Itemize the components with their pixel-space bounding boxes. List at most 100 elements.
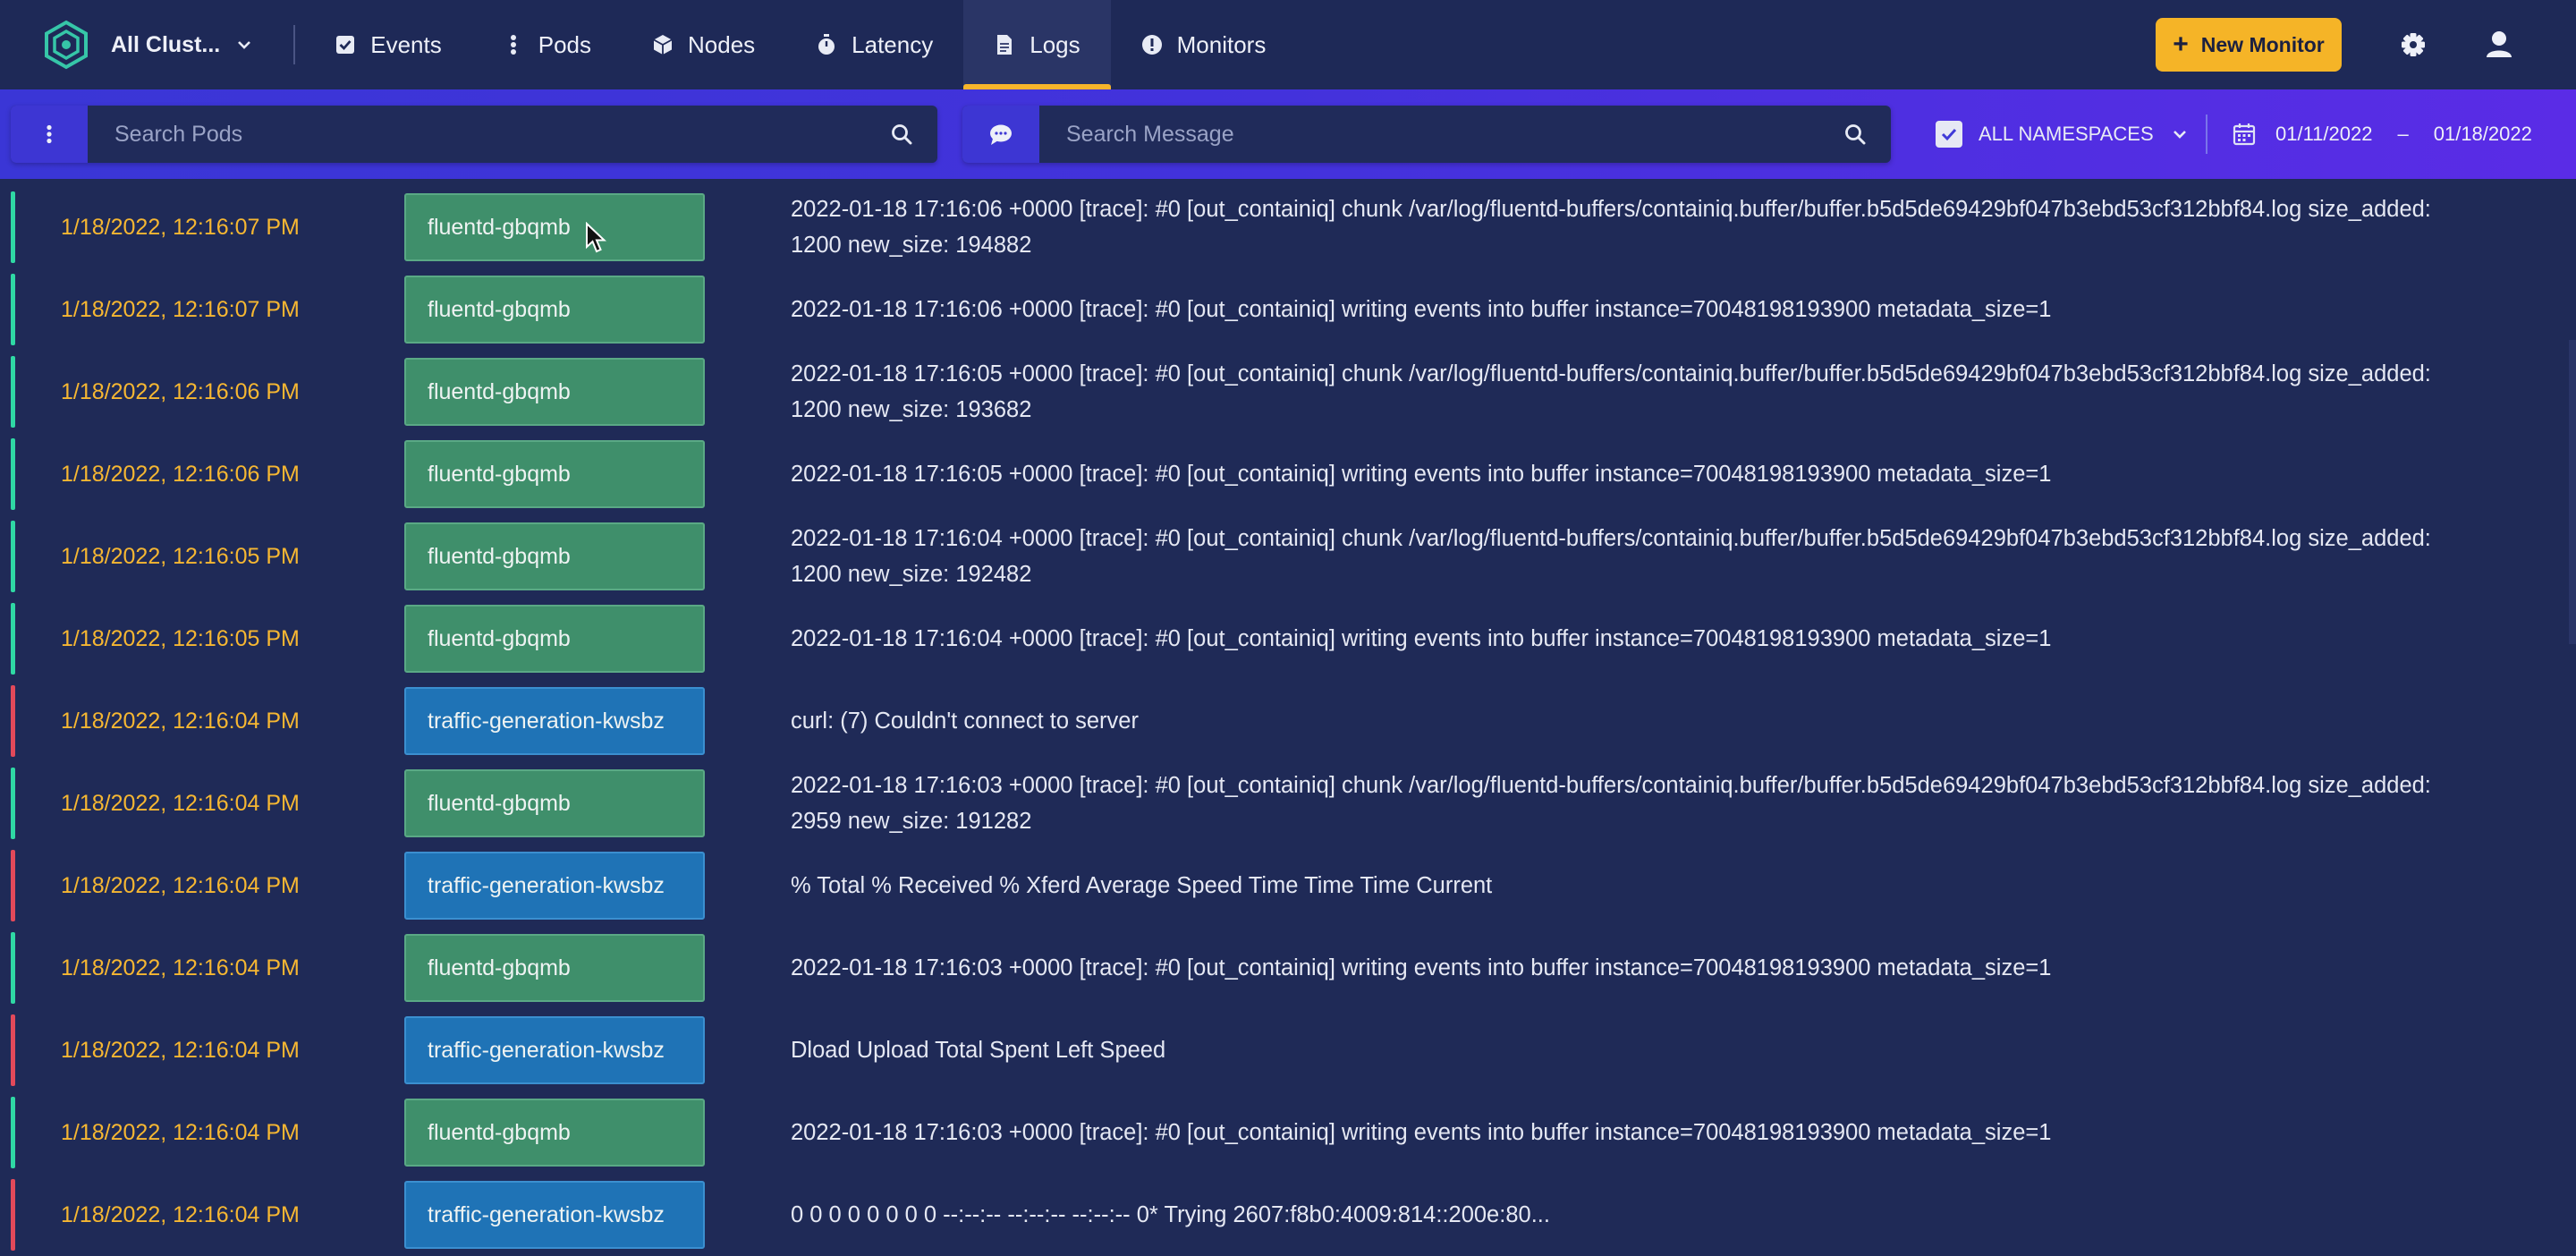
- pod-badge[interactable]: fluentd-gbqmb: [404, 193, 705, 261]
- new-monitor-label: New Monitor: [2200, 32, 2325, 56]
- log-row[interactable]: 1/18/2022, 12:16:06 PM fluentd-gbqmb 2022-…: [9, 433, 2567, 515]
- stopwatch-icon: [816, 34, 837, 55]
- log-level-bar: [11, 438, 15, 510]
- log-row[interactable]: 1/18/2022, 12:16:04 PM traffic-generation…: [9, 680, 2567, 762]
- nav-item-nodes[interactable]: Nodes: [622, 0, 785, 89]
- log-message: 2022-01-18 17:16:06 +0000 [trace]: #0 [o…: [791, 268, 2535, 351]
- log-row[interactable]: 1/18/2022, 12:16:04 PM traffic-generation…: [9, 844, 2567, 927]
- log-timestamp: 1/18/2022, 12:16:06 PM: [61, 461, 300, 487]
- log-list[interactable]: 1/18/2022, 12:16:07 PM fluentd-gbqmb 2022-…: [0, 179, 2576, 1256]
- log-level-bar: [11, 521, 15, 592]
- log-timestamp: 1/18/2022, 12:16:04 PM: [61, 872, 300, 898]
- log-row[interactable]: 1/18/2022, 12:16:04 PM fluentd-gbqmb 2022-…: [9, 927, 2567, 1009]
- new-monitor-button[interactable]: + New Monitor: [2156, 18, 2342, 72]
- log-message-line: 2022-01-18 17:16:03 +0000 [trace]: #0 [o…: [791, 955, 2052, 980]
- pod-badge[interactable]: fluentd-gbqmb: [404, 934, 705, 1002]
- pod-badge[interactable]: fluentd-gbqmb: [404, 522, 705, 590]
- nav-item-latency[interactable]: Latency: [785, 0, 963, 89]
- nav-item-label: Latency: [852, 30, 934, 58]
- log-row[interactable]: 1/18/2022, 12:16:04 PM traffic-generation…: [9, 1174, 2567, 1256]
- pod-badge[interactable]: traffic-generation-kwsbz: [404, 687, 705, 755]
- log-level-bar: [11, 768, 15, 839]
- pod-search-button[interactable]: [866, 106, 937, 163]
- message-filter-button[interactable]: [962, 106, 1039, 163]
- chat-bubble-icon: [990, 124, 1012, 145]
- filter-divider: [2206, 115, 2207, 154]
- log-row[interactable]: 1/18/2022, 12:16:06 PM fluentd-gbqmb 2022-…: [9, 351, 2567, 433]
- log-timestamp: 1/18/2022, 12:16:05 PM: [61, 543, 300, 569]
- containiq-logo-icon[interactable]: [41, 20, 91, 70]
- log-row[interactable]: 1/18/2022, 12:16:04 PM fluentd-gbqmb 2022-…: [9, 1091, 2567, 1174]
- pod-badge[interactable]: fluentd-gbqmb: [404, 440, 705, 508]
- log-message-line: 2022-01-18 17:16:05 +0000 [trace]: #0 [o…: [791, 361, 2431, 386]
- log-level-bar: [11, 850, 15, 921]
- pod-filter-button[interactable]: [11, 106, 88, 163]
- filter-bar: ALL NAMESPACES 01/11/2022 – 01/18/2022: [0, 89, 2576, 179]
- pod-badge[interactable]: fluentd-gbqmb: [404, 276, 705, 344]
- date-to[interactable]: 01/18/2022: [2434, 123, 2532, 146]
- message-search-input[interactable]: [1039, 105, 1819, 164]
- log-timestamp: 1/18/2022, 12:16:04 PM: [61, 955, 300, 980]
- pod-badge[interactable]: traffic-generation-kwsbz: [404, 852, 705, 920]
- log-message: 2022-01-18 17:16:03 +0000 [trace]: #0 [o…: [791, 927, 2535, 1009]
- cluster-selector[interactable]: All Clust...: [111, 32, 254, 58]
- log-level-bar: [11, 191, 15, 263]
- log-timestamp: 1/18/2022, 12:16:07 PM: [61, 296, 300, 322]
- nav-item-monitors[interactable]: Monitors: [1111, 0, 1297, 89]
- log-message: 2022-01-18 17:16:06 +0000 [trace]: #0 [o…: [791, 186, 2535, 268]
- cube-icon: [652, 34, 674, 55]
- top-navigation: All Clust... Events Pods Nodes Latency L…: [0, 0, 2576, 89]
- log-row[interactable]: 1/18/2022, 12:16:05 PM fluentd-gbqmb 2022-…: [9, 598, 2567, 680]
- log-message-line: 1200 new_size: 194882: [791, 233, 1032, 258]
- log-message: 2022-01-18 17:16:04 +0000 [trace]: #0 [o…: [791, 598, 2535, 680]
- nav-item-label: Logs: [1030, 30, 1080, 58]
- log-timestamp: 1/18/2022, 12:16:04 PM: [61, 708, 300, 734]
- log-message-line: 2022-01-18 17:16:03 +0000 [trace]: #0 [o…: [791, 1120, 2052, 1145]
- log-message: % Total % Received % Xferd Average Speed…: [791, 844, 2535, 927]
- pod-badge[interactable]: fluentd-gbqmb: [404, 358, 705, 426]
- nav-item-events[interactable]: Events: [304, 0, 472, 89]
- nav-item-label: Events: [370, 30, 442, 58]
- log-level-bar: [11, 274, 15, 345]
- pod-badge[interactable]: fluentd-gbqmb: [404, 1099, 705, 1167]
- pod-badge[interactable]: traffic-generation-kwsbz: [404, 1016, 705, 1084]
- namespace-checkbox[interactable]: [1936, 121, 1962, 148]
- nav-item-logs[interactable]: Logs: [963, 0, 1112, 89]
- nav-item-label: Monitors: [1176, 30, 1267, 58]
- log-message-line: 2022-01-18 17:16:04 +0000 [trace]: #0 [o…: [791, 526, 2431, 551]
- log-level-bar: [11, 932, 15, 1004]
- log-message-line: curl: (7) Couldn't connect to server: [791, 709, 1139, 734]
- log-row[interactable]: 1/18/2022, 12:16:04 PM fluentd-gbqmb 2022-…: [9, 762, 2567, 844]
- date-separator: –: [2397, 123, 2409, 145]
- log-message-line: 1200 new_size: 193682: [791, 397, 1032, 422]
- log-row[interactable]: 1/18/2022, 12:16:05 PM fluentd-gbqmb 2022-…: [9, 515, 2567, 598]
- log-row[interactable]: 1/18/2022, 12:16:04 PM traffic-generation…: [9, 1009, 2567, 1091]
- dots-vertical-icon: [503, 34, 524, 55]
- pod-badge[interactable]: traffic-generation-kwsbz: [404, 1181, 705, 1249]
- user-icon[interactable]: [2481, 27, 2517, 63]
- log-message: 0 0 0 0 0 0 0 0 --:--:-- --:--:-- --:--:…: [791, 1174, 2535, 1256]
- nav-item-label: Pods: [538, 30, 591, 58]
- message-search-button[interactable]: [1819, 106, 1891, 163]
- pod-search-input[interactable]: [88, 105, 866, 164]
- log-timestamp: 1/18/2022, 12:16:06 PM: [61, 378, 300, 404]
- nav-divider: [293, 25, 296, 64]
- calendar-icon: [2233, 123, 2256, 146]
- pod-badge[interactable]: fluentd-gbqmb: [404, 605, 705, 673]
- pod-badge[interactable]: fluentd-gbqmb: [404, 769, 705, 837]
- nav-item-pods[interactable]: Pods: [472, 0, 622, 89]
- date-range-picker[interactable]: 01/11/2022 – 01/18/2022: [2233, 116, 2532, 152]
- log-message: 2022-01-18 17:16:05 +0000 [trace]: #0 [o…: [791, 351, 2535, 433]
- log-row[interactable]: 1/18/2022, 12:16:07 PM fluentd-gbqmb 2022-…: [9, 268, 2567, 351]
- namespace-selector[interactable]: ALL NAMESPACES: [1936, 118, 2190, 150]
- scrollbar[interactable]: [2569, 340, 2576, 644]
- log-message: 2022-01-18 17:16:03 +0000 [trace]: #0 [o…: [791, 762, 2535, 844]
- log-message-line: 2022-01-18 17:16:03 +0000 [trace]: #0 [o…: [791, 773, 2431, 798]
- date-from[interactable]: 01/11/2022: [2275, 123, 2372, 146]
- gear-icon[interactable]: [2395, 27, 2431, 63]
- log-message-line: 2959 new_size: 191282: [791, 809, 1032, 834]
- log-row[interactable]: 1/18/2022, 12:16:07 PM fluentd-gbqmb 2022-…: [9, 186, 2567, 268]
- log-message-line: 1200 new_size: 192482: [791, 562, 1032, 587]
- log-message-line: 2022-01-18 17:16:06 +0000 [trace]: #0 [o…: [791, 197, 2431, 222]
- nav-item-label: Nodes: [688, 30, 756, 58]
